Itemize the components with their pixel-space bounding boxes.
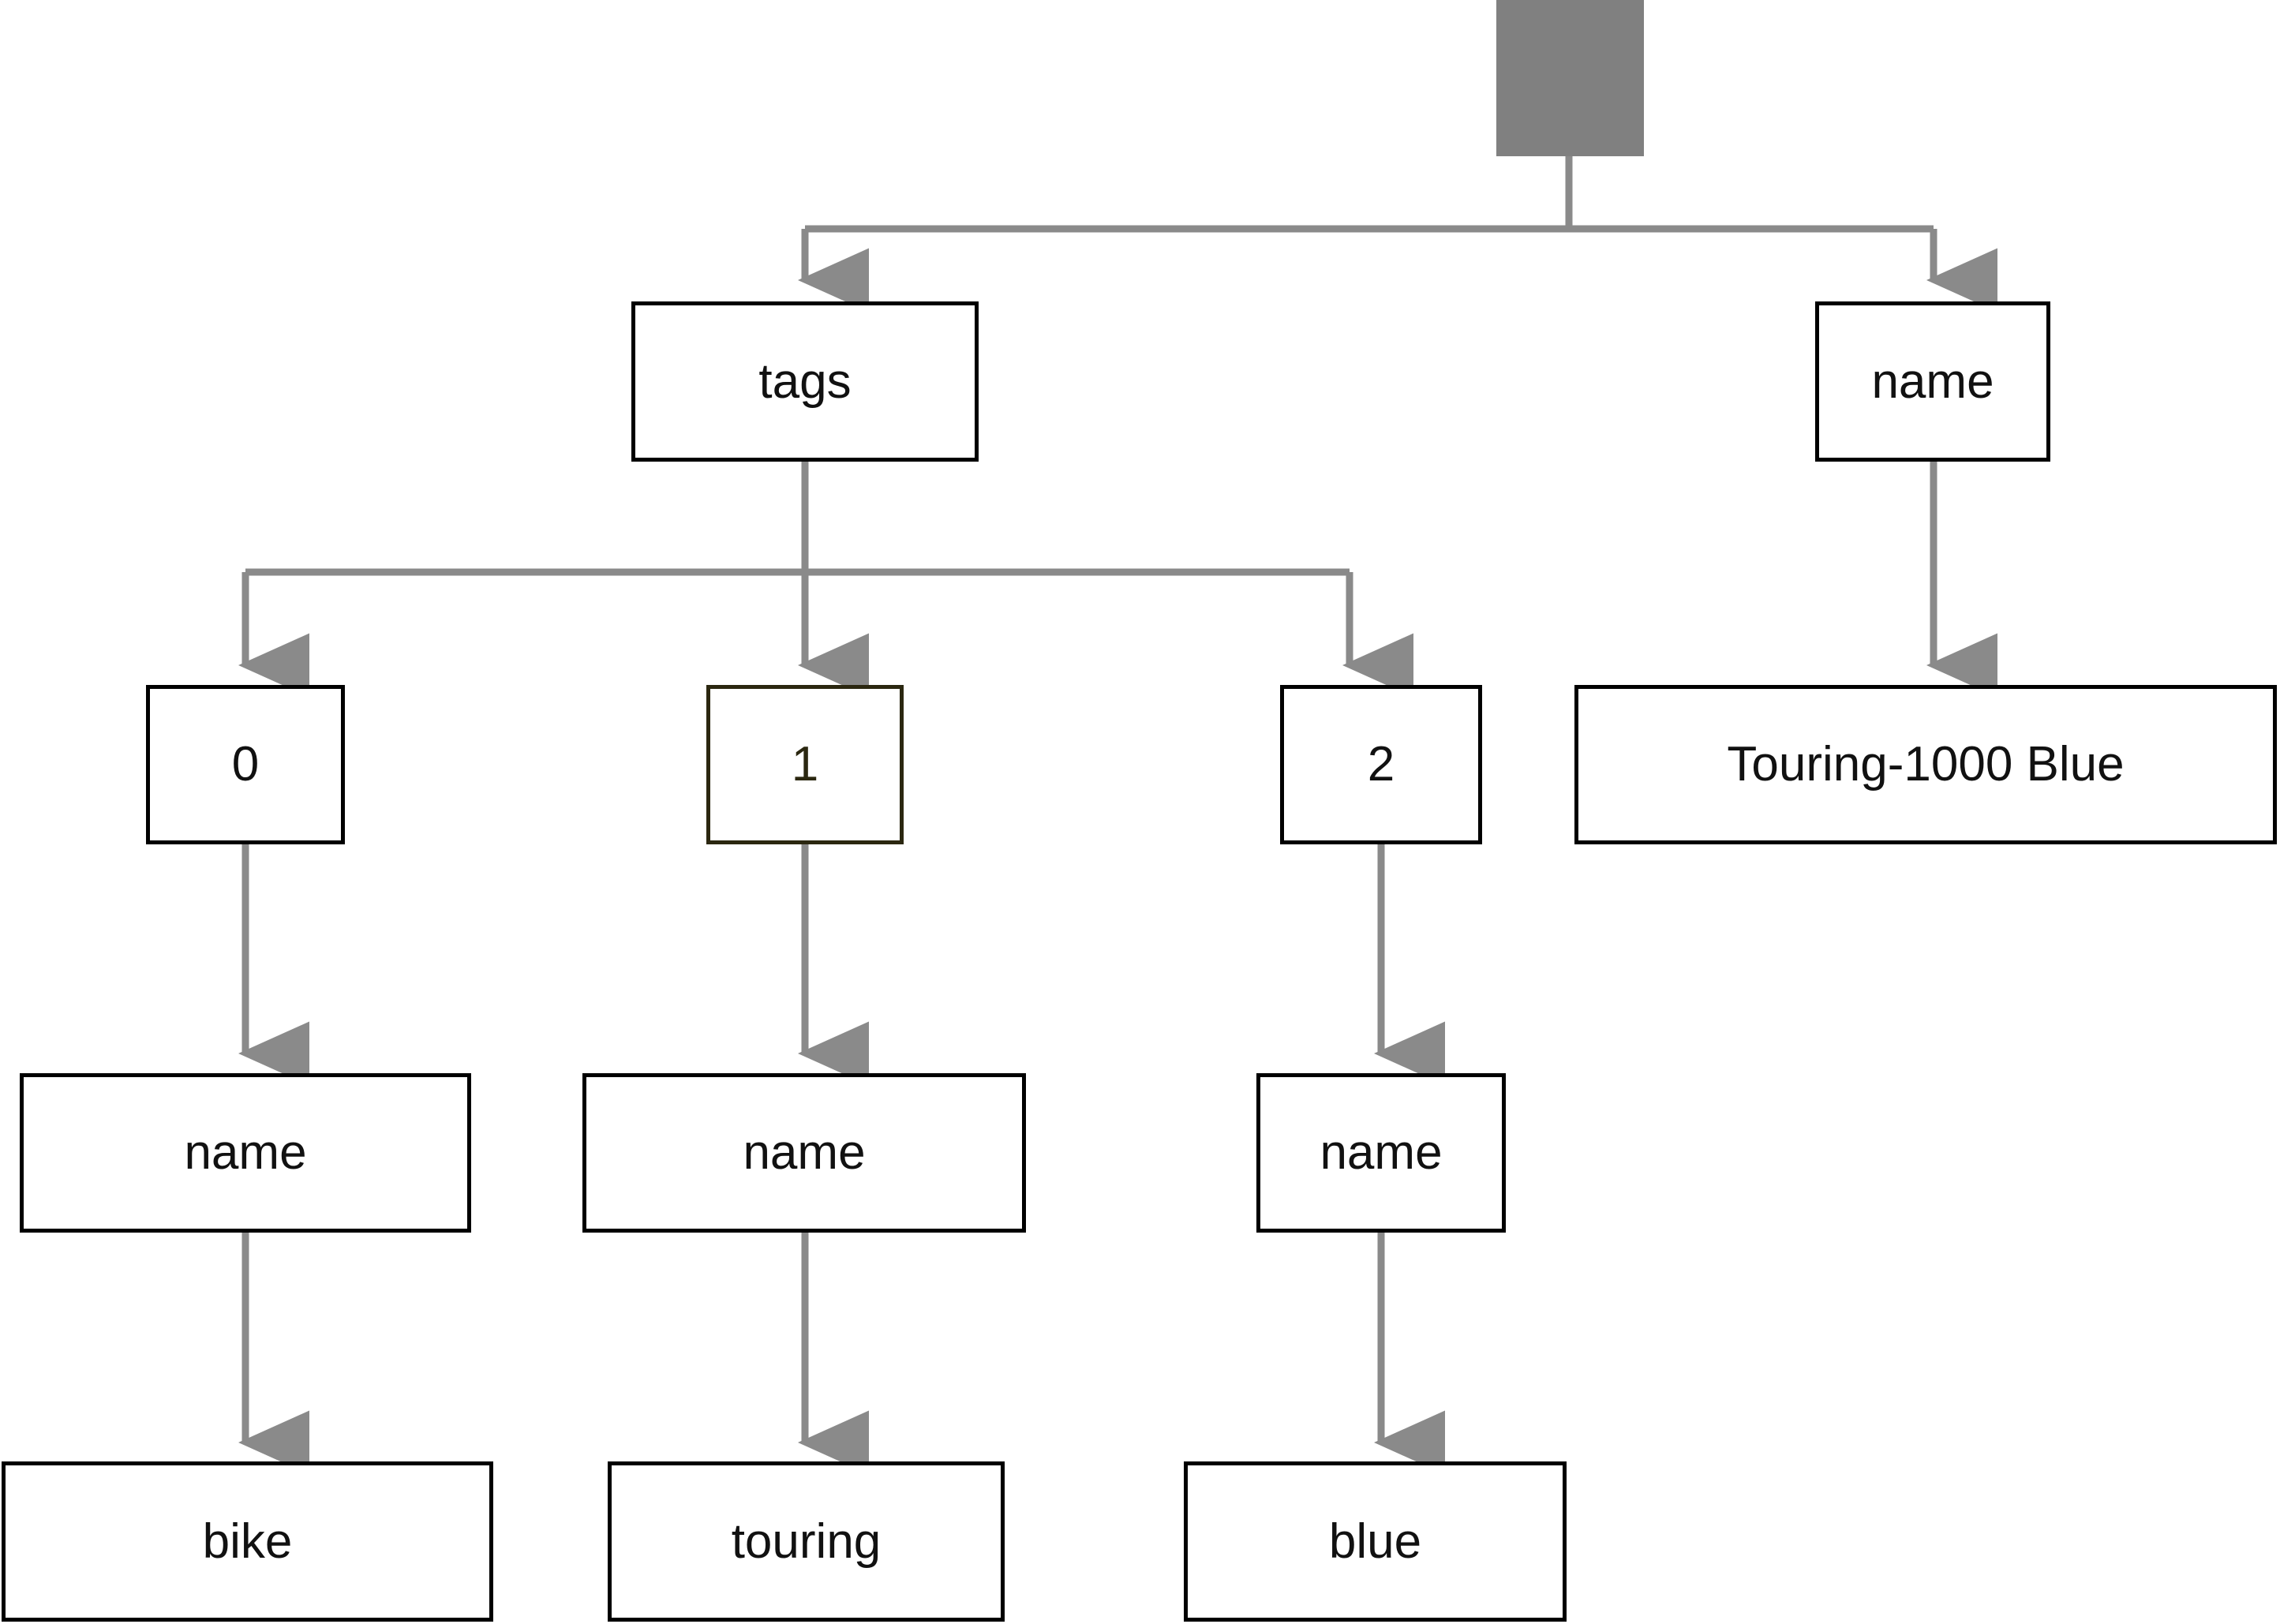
node-index-2-label: 2 [1367, 737, 1395, 791]
node-index-1[interactable]: 1 [706, 685, 904, 844]
node-name-2-label: name [1320, 1125, 1443, 1180]
node-name-0-label: name [184, 1125, 307, 1180]
node-value-blue-label: blue [1328, 1514, 1422, 1569]
node-value-bike[interactable]: bike [2, 1461, 493, 1622]
node-index-0-label: 0 [231, 737, 260, 791]
node-value-bike-label: bike [202, 1514, 293, 1569]
node-name-2[interactable]: name [1256, 1073, 1506, 1233]
edge-root-to-tags-and-name [798, 156, 1997, 312]
node-value-touring[interactable]: touring [608, 1461, 1005, 1622]
edge-tags-to-indices [238, 462, 1413, 698]
node-tags[interactable]: tags [631, 301, 979, 462]
node-name-top-label: name [1871, 354, 1994, 409]
node-value-touring-label: touring [731, 1514, 882, 1569]
node-root[interactable] [1496, 0, 1644, 156]
tree-diagram-canvas: tags name 0 1 2 Touring-1000 Blue name n… [0, 0, 2280, 1624]
node-tags-label: tags [758, 354, 852, 409]
node-name-top[interactable]: name [1815, 301, 2050, 462]
node-value-blue[interactable]: blue [1184, 1461, 1567, 1622]
node-name-0[interactable]: name [20, 1073, 471, 1233]
node-index-2[interactable]: 2 [1280, 685, 1482, 844]
node-name-1-label: name [743, 1125, 866, 1180]
node-name-1[interactable]: name [582, 1073, 1026, 1233]
node-product-value-label: Touring-1000 Blue [1727, 737, 2125, 791]
node-product-value[interactable]: Touring-1000 Blue [1574, 685, 2277, 844]
node-index-0[interactable]: 0 [146, 685, 345, 844]
node-index-1-label: 1 [791, 737, 819, 791]
